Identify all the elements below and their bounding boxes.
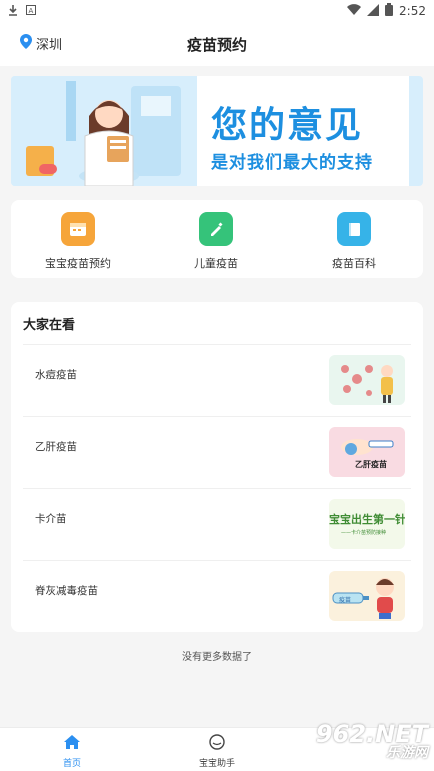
quick-action-label: 疫苗百科 xyxy=(332,257,376,270)
quick-action-vaccine-encyclopedia[interactable]: 疫苗百科 xyxy=(299,212,409,271)
thumbnail-caption: 乙肝疫苗 xyxy=(355,460,387,469)
list-item-bcg[interactable]: 卡介苗 宝宝出生第一针 ——卡介苗预防接种 xyxy=(23,488,411,558)
polio-thumbnail: 疫苗 xyxy=(329,571,405,621)
app-header: 深圳 疫苗预约 xyxy=(0,22,434,66)
wifi-icon xyxy=(347,3,362,19)
section-title: 大家在看 xyxy=(23,318,76,333)
status-time: 2:52 xyxy=(399,4,426,18)
list-item-hepatitis-b[interactable]: 乙肝疫苗 乙肝疫苗 xyxy=(23,416,411,486)
app-notification-icon: A xyxy=(26,4,36,18)
banner-headline: 您的意见 xyxy=(211,105,364,146)
tab-baby-assistant[interactable]: 宝宝助手 xyxy=(172,734,262,769)
list-item-title: 卡介苗 xyxy=(35,513,67,525)
download-icon xyxy=(8,4,18,19)
banner-subheadline: 是对我们最大的支持 xyxy=(211,153,373,173)
status-bar: A 2:52 xyxy=(0,0,434,22)
home-icon xyxy=(63,735,81,754)
tab-label: 首页 xyxy=(62,759,81,769)
quick-action-baby-vaccine-booking[interactable]: 宝宝疫苗预约 xyxy=(23,212,133,271)
bcg-thumbnail: 宝宝出生第一针 ——卡介苗预防接种 xyxy=(329,499,405,549)
popular-section: 大家在看 水痘疫苗 乙肝疫苗 乙肝疫苗 卡介苗 宝宝出生第一针 ——卡介苗预防接… xyxy=(11,302,423,632)
quick-action-label: 宝宝疫苗预约 xyxy=(45,257,111,270)
signal-icon xyxy=(367,3,380,19)
quick-actions-card: 宝宝疫苗预约 儿童疫苗 疫苗百科 xyxy=(11,200,423,278)
list-item-title: 水痘疫苗 xyxy=(35,369,77,381)
battery-icon xyxy=(385,3,394,19)
thumbnail-subcaption: ——卡介苗预防接种 xyxy=(341,530,387,536)
tab-label: 宝宝助手 xyxy=(198,759,235,769)
watermark-logo: 962.NET 乐游网 xyxy=(316,720,428,762)
thumbnail-caption: 疫苗 xyxy=(339,597,352,604)
page-title: 疫苗预约 xyxy=(186,36,247,54)
tab-home[interactable]: 首页 xyxy=(27,734,117,769)
list-item-varicella[interactable]: 水痘疫苗 xyxy=(23,344,411,414)
book-icon xyxy=(337,212,371,246)
syringe-icon xyxy=(199,212,233,246)
list-item-polio[interactable]: 脊灰减毒疫苗 疫苗 xyxy=(23,560,411,630)
doctor-illustration xyxy=(11,76,197,186)
chat-bubble-icon xyxy=(208,734,226,754)
list-item-title: 乙肝疫苗 xyxy=(35,441,77,453)
list-item-title: 脊灰减毒疫苗 xyxy=(35,585,98,597)
quick-action-child-vaccine[interactable]: 儿童疫苗 xyxy=(161,212,271,271)
quick-action-label: 儿童疫苗 xyxy=(194,257,238,270)
hepatitis-b-thumbnail: 乙肝疫苗 xyxy=(329,427,405,477)
no-more-data-text: 没有更多数据了 xyxy=(182,652,252,663)
thumbnail-caption: 宝宝出生第一针 xyxy=(329,513,405,526)
svg-text:A: A xyxy=(29,7,34,15)
feedback-banner[interactable]: 您的意见 是对我们最大的支持 xyxy=(11,76,423,186)
varicella-thumbnail xyxy=(329,355,405,405)
calendar-icon xyxy=(61,212,95,246)
